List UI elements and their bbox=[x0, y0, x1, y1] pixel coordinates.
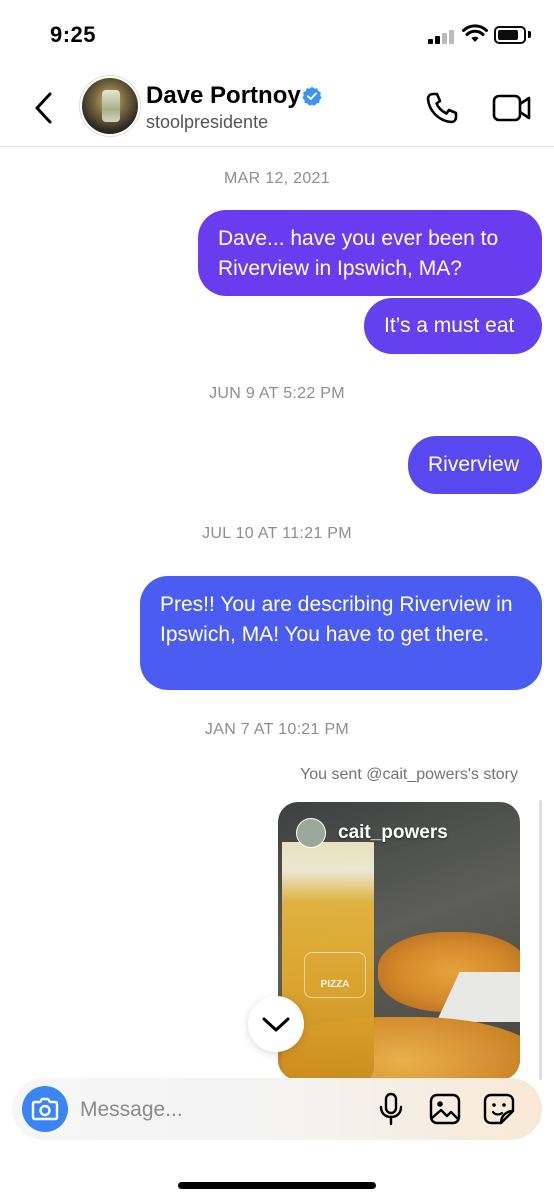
sent-message-bubble[interactable]: It’s a must eat bbox=[364, 298, 542, 354]
status-bar: 9:25 bbox=[0, 0, 554, 72]
shared-story-card[interactable]: PIZZA cait_powers bbox=[278, 802, 520, 1080]
timestamp: JUL 10 AT 11:21 PM bbox=[202, 525, 352, 542]
camera-icon bbox=[31, 1097, 59, 1121]
status-time: 9:25 bbox=[50, 22, 97, 47]
sent-message-bubble[interactable]: Riverview bbox=[408, 436, 542, 494]
timestamp: JUN 9 AT 5:22 PM bbox=[209, 385, 345, 402]
beer-glass-logo: PIZZA bbox=[304, 952, 366, 998]
gallery-icon[interactable] bbox=[428, 1092, 462, 1126]
battery-tip bbox=[528, 31, 531, 38]
story-user-avatar bbox=[296, 818, 326, 848]
chevron-down-icon bbox=[262, 1017, 290, 1032]
story-caption: You sent @cait_powers's story bbox=[300, 766, 518, 783]
microphone-icon[interactable] bbox=[376, 1092, 406, 1126]
cellular-signal-icon bbox=[428, 28, 456, 44]
verified-badge-icon bbox=[302, 86, 322, 106]
message-composer bbox=[12, 1078, 542, 1140]
scroll-to-bottom-button[interactable] bbox=[248, 996, 304, 1052]
avatar-image bbox=[102, 90, 120, 122]
timestamp: JAN 7 AT 10:21 PM bbox=[204, 721, 350, 738]
avatar[interactable] bbox=[82, 78, 138, 134]
back-chevron-icon[interactable] bbox=[28, 88, 62, 128]
video-camera-icon[interactable] bbox=[492, 92, 532, 124]
wifi-icon bbox=[462, 24, 488, 42]
sticker-icon[interactable] bbox=[482, 1092, 516, 1126]
chat-header: Dave Portnoy stoolpresidente bbox=[0, 72, 554, 147]
home-indicator[interactable] bbox=[178, 1182, 376, 1189]
timestamp: MAR 12, 2021 bbox=[224, 170, 330, 187]
phone-icon[interactable] bbox=[424, 90, 460, 126]
beer-logo-text: PIZZA bbox=[320, 979, 350, 990]
battery-icon bbox=[494, 26, 526, 44]
sent-message-bubble[interactable]: Pres!! You are describing Riverview in I… bbox=[140, 576, 542, 690]
contact-name[interactable]: Dave Portnoy bbox=[146, 82, 301, 110]
contact-handle: stoolpresidente bbox=[146, 112, 269, 132]
message-input[interactable] bbox=[78, 1090, 362, 1130]
story-username[interactable]: cait_powers bbox=[338, 822, 448, 844]
scrollbar[interactable] bbox=[539, 800, 542, 1080]
camera-button[interactable] bbox=[22, 1086, 68, 1132]
sent-message-bubble[interactable]: Dave... have you ever been to Riverview … bbox=[198, 210, 542, 296]
